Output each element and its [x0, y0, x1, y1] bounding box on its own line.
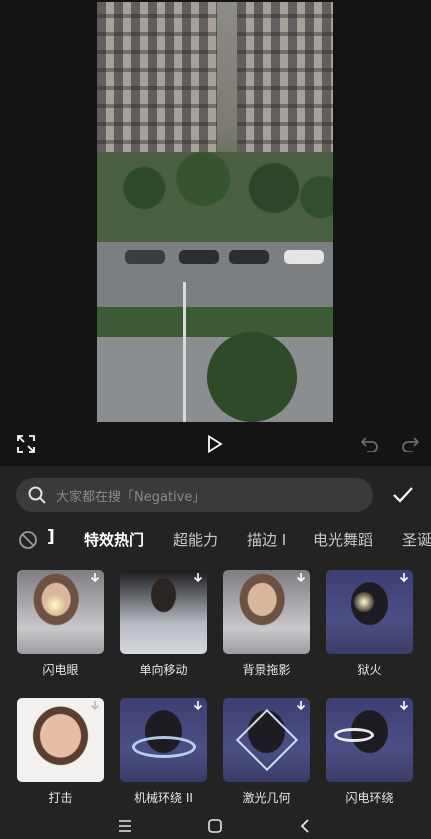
tab-superpower[interactable]: 超能力 [173, 529, 218, 550]
effect-thumbnail [17, 570, 104, 654]
effects-grid: 闪电眼 单向移动 背景拖影 狱火 打击 机械环绕 II 激光几何 闪电环绕 [0, 570, 431, 810]
effect-label: 激光几何 [242, 791, 291, 805]
effect-card[interactable]: 机械环绕 II [120, 698, 207, 806]
effect-thumbnail-part [45, 595, 65, 615]
effect-thumbnail [17, 698, 104, 782]
download-icon [193, 573, 203, 583]
car-image-part [229, 250, 269, 264]
search-placeholder: 大家都在搜「Negative」 [56, 489, 206, 505]
effect-card[interactable]: 背景拖影 [223, 570, 310, 678]
trees-image-part [97, 152, 333, 242]
tab-christmas[interactable]: 圣诞 [402, 529, 431, 550]
tab-electric-dance[interactable]: 电光舞蹈 [313, 529, 373, 550]
download-icon [90, 701, 100, 711]
play-icon[interactable] [205, 434, 225, 454]
effect-thumbnail [326, 570, 413, 654]
car-image-part [284, 250, 324, 264]
effect-thumbnail [223, 570, 310, 654]
hedge-image-part [97, 307, 333, 337]
download-icon [399, 573, 409, 583]
effect-thumbnail [223, 698, 310, 782]
effect-label: 打击 [48, 791, 73, 805]
lamp-image-part [183, 282, 186, 422]
menu-icon[interactable] [117, 818, 133, 834]
effect-label: 背景拖影 [242, 663, 291, 677]
download-icon [296, 701, 306, 711]
tab-divider-icon: ] [47, 527, 55, 547]
download-icon [296, 573, 306, 583]
video-preview [0, 0, 431, 466]
effect-label: 闪电眼 [42, 663, 79, 677]
effect-label: 机械环绕 II [134, 791, 193, 805]
back-icon[interactable] [298, 818, 314, 834]
effect-card[interactable]: 单向移动 [120, 570, 207, 678]
effect-thumbnail [120, 570, 207, 654]
effect-label: 单向移动 [139, 663, 188, 677]
effect-card[interactable]: 闪电环绕 [326, 698, 413, 806]
effects-panel: 大家都在搜「Negative」 ] 特效热门 超能力 描边 I 电光舞蹈 圣诞 … [0, 466, 431, 839]
effect-thumbnail-part [235, 708, 299, 772]
effect-thumbnail-part [354, 592, 374, 612]
fullscreen-icon[interactable] [16, 434, 36, 454]
building-image-part [97, 2, 217, 162]
effect-card[interactable]: 狱火 [326, 570, 413, 678]
search-input[interactable]: 大家都在搜「Negative」 [16, 478, 373, 512]
effect-thumbnail-part [132, 736, 196, 758]
category-tabs: ] 特效热门 超能力 描边 I 电光舞蹈 圣诞 [0, 524, 431, 556]
tab-outline[interactable]: 描边 I [247, 529, 286, 550]
search-icon [28, 486, 46, 504]
download-icon [399, 701, 409, 711]
download-icon [90, 573, 100, 583]
effect-label: 闪电环绕 [345, 791, 394, 805]
building-image-part [237, 2, 333, 162]
download-icon [193, 701, 203, 711]
effect-thumbnail [326, 698, 413, 782]
effect-card[interactable]: 打击 [17, 698, 104, 806]
home-icon[interactable] [207, 818, 223, 834]
tab-hot-effects[interactable]: 特效热门 [84, 529, 144, 550]
effect-thumbnail-part [334, 728, 374, 742]
effect-card[interactable]: 闪电眼 [17, 570, 104, 678]
system-nav-bar [0, 812, 431, 839]
effect-thumbnail [120, 698, 207, 782]
redo-icon[interactable] [400, 434, 420, 454]
no-effect-icon[interactable] [18, 530, 38, 550]
effect-label: 狱火 [357, 663, 382, 677]
confirm-check-icon[interactable] [391, 483, 415, 507]
car-image-part [179, 250, 219, 264]
effect-card[interactable]: 激光几何 [223, 698, 310, 806]
tree-image-part [207, 332, 297, 422]
car-image-part [125, 250, 165, 264]
video-frame[interactable] [97, 2, 333, 422]
undo-icon[interactable] [360, 434, 380, 454]
